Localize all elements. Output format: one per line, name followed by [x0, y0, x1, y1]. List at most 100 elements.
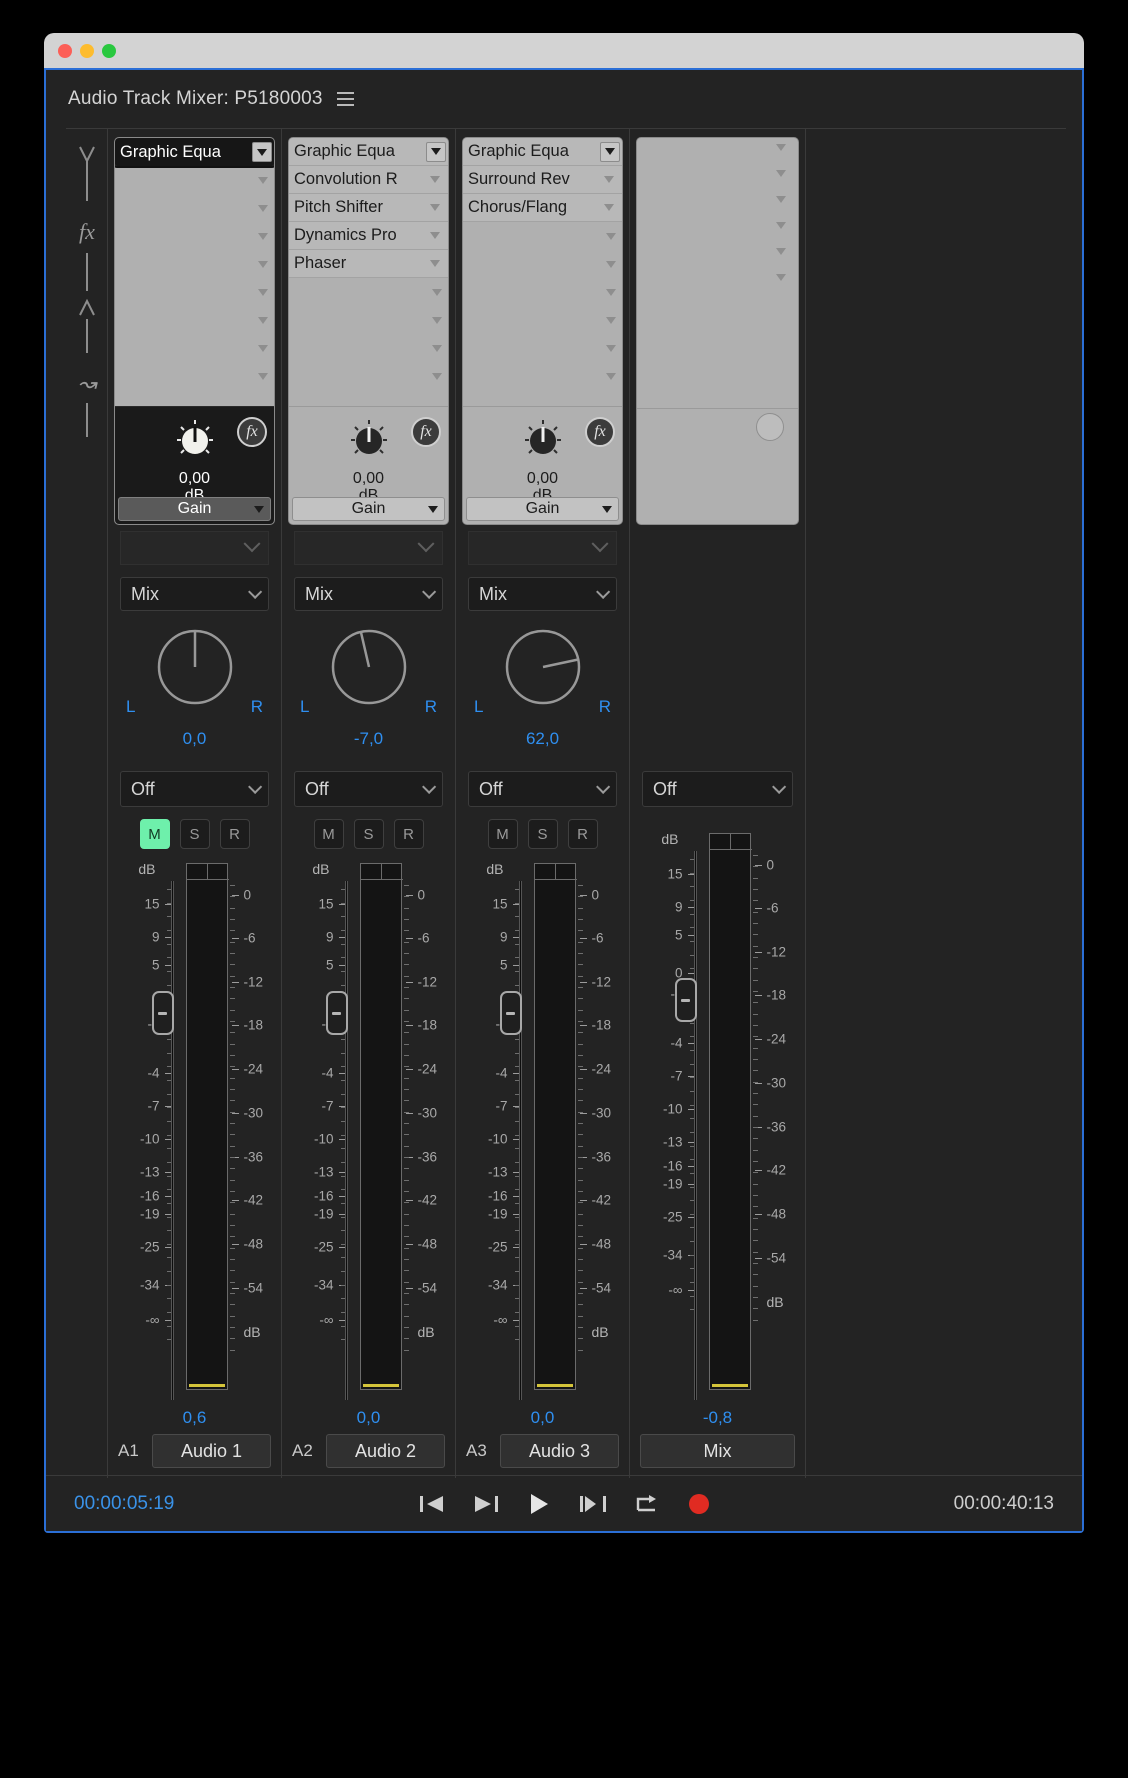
fader-handle[interactable] — [325, 991, 348, 1035]
clip-indicator[interactable] — [534, 864, 577, 880]
effect-slot[interactable] — [115, 278, 274, 306]
effect-slot[interactable]: Graphic Equa — [289, 138, 448, 166]
effect-slot-dropdown-icon[interactable] — [600, 141, 620, 162]
volume-fader[interactable] — [674, 833, 709, 1400]
effect-slot[interactable]: Surround Rev — [463, 166, 622, 194]
effect-slot[interactable] — [463, 334, 622, 362]
fader-handle[interactable] — [151, 991, 174, 1035]
effect-slot[interactable] — [289, 278, 448, 306]
chevron-down-icon[interactable] — [776, 222, 786, 229]
effect-slot[interactable] — [463, 250, 622, 278]
send-output-select-audio1[interactable]: Mix — [120, 577, 269, 611]
effect-slot[interactable] — [463, 222, 622, 250]
volume-fader[interactable] — [499, 863, 534, 1400]
clip-indicator[interactable] — [709, 834, 752, 850]
effect-slot[interactable] — [115, 250, 274, 278]
gain-control-audio3[interactable]: 0,00 dB fx Gain — [463, 406, 622, 524]
fader-track[interactable] — [518, 881, 522, 1400]
current-timecode[interactable]: 00:00:05:19 — [74, 1493, 174, 1515]
track-name-field[interactable]: Audio 2 — [326, 1434, 445, 1468]
gain-knob[interactable] — [516, 413, 570, 468]
record-arm-button[interactable]: R — [567, 819, 598, 849]
pan-control-audio1[interactable]: L R 0,0 — [108, 621, 281, 761]
track-name-field[interactable]: Mix — [640, 1434, 795, 1468]
clip-indicator[interactable] — [360, 864, 403, 880]
pan-control-audio2[interactable]: L R -7,0 — [282, 621, 455, 761]
effect-slot[interactable]: Dynamics Pro — [289, 222, 448, 250]
go-to-in-point-icon[interactable] — [419, 1493, 445, 1515]
automation-mode-select-audio1[interactable]: Off — [120, 771, 269, 807]
effect-slot[interactable]: Graphic Equa — [115, 138, 274, 168]
chevron-down-icon[interactable] — [776, 196, 786, 203]
automation-mode-select-audio2[interactable]: Off — [294, 771, 443, 807]
window-titlebar[interactable] — [44, 33, 1084, 68]
gain-parameter-select[interactable]: Gain — [466, 497, 619, 521]
effect-slot[interactable] — [115, 222, 274, 250]
volume-fader[interactable] — [151, 863, 186, 1400]
gain-parameter-select[interactable]: Gain — [118, 497, 271, 521]
fader-handle[interactable] — [499, 991, 522, 1035]
chevron-down-icon[interactable] — [776, 170, 786, 177]
gain-control-audio1[interactable]: 0,00 dB fx Gain — [115, 406, 274, 524]
effect-slot[interactable]: Pitch Shifter — [289, 194, 448, 222]
master-knob[interactable] — [756, 413, 784, 441]
effect-slot[interactable] — [289, 362, 448, 390]
track-name-field[interactable]: Audio 1 — [152, 1434, 271, 1468]
automation-mode-select-master[interactable]: Off — [642, 771, 793, 807]
record-arm-button[interactable]: R — [219, 819, 250, 849]
effect-slot-dropdown-icon[interactable] — [426, 141, 446, 162]
chevron-down-icon[interactable] — [776, 274, 786, 281]
effect-slot[interactable]: Phaser — [289, 250, 448, 278]
mute-button[interactable]: M — [487, 819, 518, 849]
effect-slot-dropdown-icon[interactable] — [252, 142, 272, 162]
send-slot-audio3[interactable] — [468, 531, 617, 565]
effect-slot[interactable]: Convolution R — [289, 166, 448, 194]
effect-slot[interactable] — [463, 278, 622, 306]
fx-badge-icon[interactable]: fx — [585, 417, 615, 447]
fader-track[interactable] — [693, 851, 697, 1400]
chevron-down-icon[interactable] — [776, 248, 786, 255]
hamburger-menu-icon[interactable] — [336, 92, 354, 106]
effect-slot[interactable]: Chorus/Flang — [463, 194, 622, 222]
mute-button[interactable]: M — [313, 819, 344, 849]
fx-badge-icon[interactable]: fx — [411, 417, 441, 447]
record-arm-button[interactable]: R — [393, 819, 424, 849]
gain-control-audio2[interactable]: 0,00 dB fx Gain — [289, 406, 448, 524]
effect-slot[interactable] — [463, 306, 622, 334]
effect-slot[interactable] — [115, 166, 274, 194]
track-name-field[interactable]: Audio 3 — [500, 1434, 619, 1468]
pan-knob[interactable] — [282, 621, 455, 709]
gain-parameter-select[interactable]: Gain — [292, 497, 445, 521]
maximize-window-icon[interactable] — [102, 43, 116, 58]
effect-slot[interactable] — [463, 362, 622, 390]
effect-slot[interactable] — [115, 362, 274, 390]
volume-fader[interactable] — [325, 863, 360, 1400]
close-window-icon[interactable] — [58, 43, 72, 58]
go-to-out-point-icon[interactable] — [473, 1493, 499, 1515]
effect-slot[interactable] — [289, 334, 448, 362]
pan-knob[interactable] — [456, 621, 629, 709]
gain-knob[interactable] — [342, 413, 396, 468]
automation-mode-select-audio3[interactable]: Off — [468, 771, 617, 807]
solo-button[interactable]: S — [353, 819, 384, 849]
send-output-select-audio2[interactable]: Mix — [294, 577, 443, 611]
clip-indicator[interactable] — [186, 864, 229, 880]
effect-slot[interactable]: Graphic Equa — [463, 138, 622, 166]
go-to-next-marker-icon[interactable] — [579, 1493, 607, 1515]
gain-knob[interactable] — [168, 413, 222, 468]
send-slot-audio1[interactable] — [120, 531, 269, 565]
pan-knob[interactable] — [108, 621, 281, 709]
fader-track[interactable] — [170, 881, 174, 1400]
effect-slot[interactable] — [115, 306, 274, 334]
fx-badge-icon[interactable]: fx — [237, 417, 267, 447]
mute-button[interactable]: M — [139, 819, 170, 849]
effect-slot[interactable] — [115, 334, 274, 362]
pan-control-audio3[interactable]: L R 62,0 — [456, 621, 629, 761]
duration-timecode[interactable]: 00:00:40:13 — [954, 1493, 1054, 1515]
fader-track[interactable] — [344, 881, 348, 1400]
chevron-down-icon[interactable] — [776, 144, 786, 151]
effect-slot[interactable] — [115, 194, 274, 222]
solo-button[interactable]: S — [527, 819, 558, 849]
minimize-window-icon[interactable] — [80, 43, 94, 58]
solo-button[interactable]: S — [179, 819, 210, 849]
